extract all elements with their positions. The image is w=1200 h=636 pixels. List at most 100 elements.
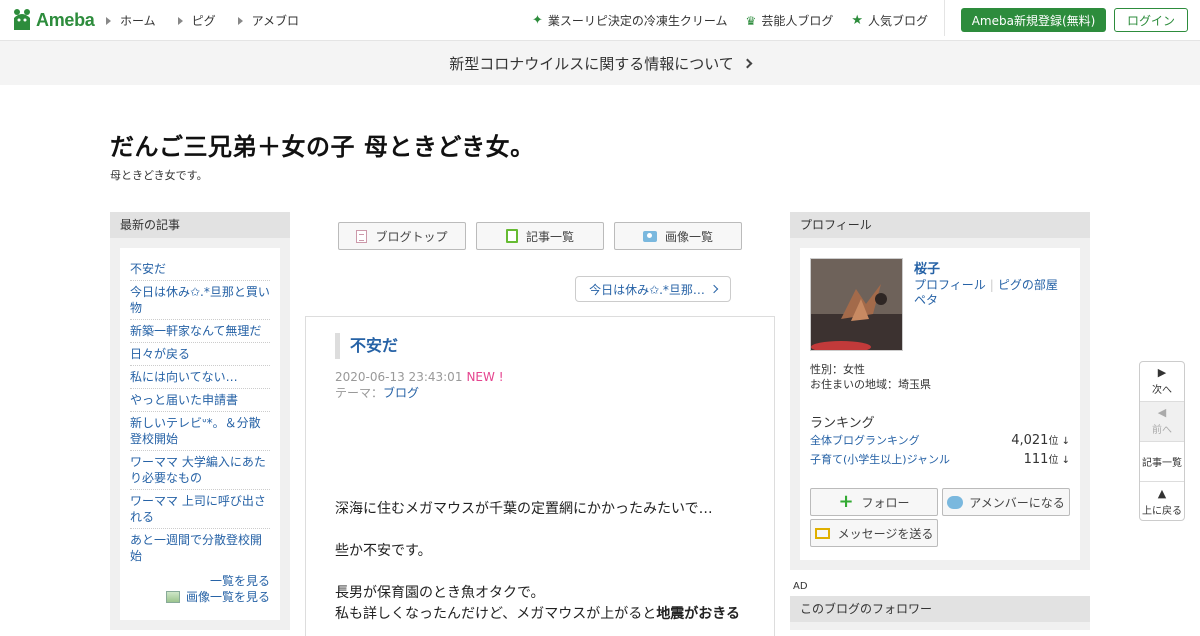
entry-body: 深海に住むメガマウスが千葉の定置網にかかったみたいで… 些か不安です。 長男が保… — [335, 499, 755, 625]
prev-button[interactable]: ◀ 前へ — [1140, 402, 1184, 442]
nav-pigg[interactable]: ピグ — [177, 12, 216, 29]
article-link[interactable]: ワーママ 上司に呼び出される — [130, 494, 266, 524]
article-link[interactable]: 今日は休み✩.*旦那と買い物 — [130, 285, 270, 315]
article-link[interactable]: 日々が戻る — [130, 347, 190, 361]
overall-ranking-link[interactable]: 全体ブログランキング — [810, 432, 920, 448]
covid-notice-banner[interactable]: 新型コロナウイルスに関する情報について — [0, 41, 1200, 85]
list-item[interactable]: やっと届いた申請書 — [130, 389, 270, 412]
link-separator: | — [989, 278, 994, 292]
celebrity-blog-link[interactable]: ♛ 芸能人ブログ — [746, 12, 834, 29]
peta-link[interactable]: ペタ — [914, 293, 938, 307]
list-item[interactable]: ワーママ 大学編入にあたり必要なもの — [130, 451, 270, 490]
blog-top-button[interactable]: ブログトップ — [338, 222, 466, 250]
list-item[interactable]: 今日は休み✩.*旦那と買い物 — [130, 281, 270, 320]
back-icon: ◀ — [1157, 406, 1167, 419]
article-link[interactable]: 不安だ — [130, 262, 166, 276]
blog-top-label: ブログトップ — [375, 229, 448, 244]
profile-info: 性別：女性 お住まいの地域：埼玉県 — [810, 362, 931, 392]
blog-entry: 不安だ 2020-06-13 23:43:01 NEW ! テーマ：ブログ 深海に… — [305, 316, 775, 636]
nav-pigg-label: ピグ — [191, 14, 216, 28]
next-button[interactable]: ▶ 次へ — [1140, 362, 1184, 402]
more-links: 一覧を見る 画像一覧を見る — [130, 573, 270, 605]
header-right-links: ✦ 業スーリピ決定の冷凍生クリーム ♛ 芸能人ブログ ★ 人気ブログ — [514, 12, 928, 29]
nav-ameblo-label: アメブロ — [251, 14, 300, 28]
see-images-link[interactable]: 画像一覧を見る — [186, 590, 270, 604]
blog-title[interactable]: だんご三兄弟＋女の子 母ときどき女。 — [110, 127, 535, 162]
amember-label: アメンバーになる — [969, 495, 1065, 510]
entry-meta: 2020-06-13 23:43:01 NEW ! テーマ：ブログ — [335, 369, 504, 401]
plus-icon: + — [838, 491, 854, 512]
back-to-top-button[interactable]: ▲ 上に戻る — [1140, 482, 1184, 520]
popular-blog-link[interactable]: ★ 人気ブログ — [851, 12, 928, 29]
login-button[interactable]: ログイン — [1114, 8, 1188, 32]
entry-paragraph: 深海に住むメガマウスが千葉の定置網にかかったみたいで… — [335, 501, 713, 517]
theme-link[interactable]: ブログ — [383, 386, 419, 400]
triangle-icon — [106, 16, 111, 25]
profile-location: お住まいの地域：埼玉県 — [810, 378, 931, 391]
next-entry-label: 今日は休み✩.*旦那… — [589, 282, 705, 297]
ameba-logo[interactable]: Ameba — [12, 7, 95, 33]
ranking-value: 111位 ↓ — [1024, 451, 1070, 467]
nav-home[interactable]: ホーム — [106, 12, 156, 29]
article-list-nav-label: 記事一覧 — [1142, 458, 1182, 469]
list-item[interactable]: あと一週間で分散登校開始 — [130, 529, 270, 567]
follow-button[interactable]: + フォロー — [810, 488, 938, 516]
entry-paragraph: 些か不安です。 — [335, 543, 432, 559]
register-button[interactable]: Ameba新規登録(無料) — [961, 8, 1106, 32]
article-list-nav-button[interactable]: 記事一覧 — [1140, 442, 1184, 482]
profile-links: プロフィール | ピグの部屋 ペタ — [914, 278, 1074, 308]
genre-ranking-link[interactable]: 子育て(小学生以上)ジャンル — [810, 451, 950, 467]
see-all-link[interactable]: 一覧を見る — [210, 574, 270, 588]
ranking-row: 全体ブログランキング 4,021位 ↓ — [810, 432, 1070, 448]
ranking-unit: 位 ↓ — [1048, 455, 1070, 466]
article-link[interactable]: ワーママ 大学編入にあたり必要なもの — [130, 455, 266, 485]
pigg-room-link[interactable]: ピグの部屋 — [998, 278, 1058, 292]
list-item[interactable]: 日々が戻る — [130, 343, 270, 366]
list-item[interactable]: 不安だ — [130, 258, 270, 281]
send-message-button[interactable]: メッセージを送る — [810, 519, 938, 547]
article-list-button[interactable]: 記事一覧 — [476, 222, 604, 250]
entry-paragraph: 長男が保育園のとき魚オタクで。 — [335, 585, 545, 601]
triangle-icon — [177, 16, 183, 25]
article-link[interactable]: 新築一軒家なんて無理だ — [130, 324, 261, 338]
next-entry-link[interactable]: 今日は休み✩.*旦那… — [575, 276, 731, 302]
amember-button[interactable]: アメンバーになる — [942, 488, 1070, 516]
ranking-number: 4,021 — [1011, 433, 1049, 448]
nav-home-label: ホーム — [120, 14, 156, 28]
article-link[interactable]: あと一週間で分散登校開始 — [130, 533, 262, 563]
promo-link[interactable]: ✦ 業スーリピ決定の冷凍生クリーム — [532, 12, 728, 29]
profile-heading: プロフィール — [790, 212, 1090, 238]
image-list-button[interactable]: 画像一覧 — [614, 222, 742, 250]
profile-link[interactable]: プロフィール — [914, 278, 986, 292]
play-icon: ▶ — [1157, 366, 1167, 379]
list-item[interactable]: 新しいテレビᐡ*。＆分散登校開始 — [130, 412, 270, 451]
avatar[interactable] — [810, 258, 903, 351]
list-item[interactable]: 新築一軒家なんて無理だ — [130, 320, 270, 343]
entry-text: 私も詳しくなったんだけど、メガマウスが上がると — [335, 606, 657, 622]
blog-description: 母ときどき女です。 — [110, 169, 208, 182]
blog-nav-buttons: ブログトップ 記事一覧 画像一覧 — [338, 222, 752, 250]
profile-name[interactable]: 桜子 — [914, 258, 940, 277]
floating-nav: ▶ 次へ ◀ 前へ 記事一覧 ▲ 上に戻る — [1139, 361, 1185, 521]
profile-gender: 性別：女性 — [810, 363, 865, 376]
ranking-heading: ランキング — [810, 416, 875, 431]
promo-link-label: 業スーリピ決定の冷凍生クリーム — [547, 14, 728, 28]
image-list-label: 画像一覧 — [664, 229, 713, 244]
followers-heading: このブログのフォロワー — [790, 596, 1090, 622]
article-link[interactable]: やっと届いた申請書 — [130, 393, 238, 407]
list-item[interactable]: ワーママ 上司に呼び出される — [130, 490, 270, 529]
chevron-right-icon — [709, 284, 719, 294]
next-label: 次へ — [1152, 385, 1172, 396]
document-icon — [356, 229, 368, 243]
ameba-mascot-icon — [14, 9, 30, 30]
list-item[interactable]: 私には向いてない… — [130, 366, 270, 389]
nav-ameblo[interactable]: アメブロ — [237, 12, 300, 29]
popular-blog-label: 人気ブログ — [867, 14, 928, 28]
article-link[interactable]: 新しいテレビᐡ*。＆分散登校開始 — [130, 416, 261, 446]
image-list-icon — [165, 591, 180, 603]
follow-label: フォロー — [861, 495, 910, 510]
article-link[interactable]: 私には向いてない… — [130, 370, 238, 384]
entry-bold-text: 地震がおきる — [656, 606, 741, 622]
entry-title[interactable]: 不安だ — [335, 333, 398, 359]
mail-icon — [814, 527, 830, 539]
